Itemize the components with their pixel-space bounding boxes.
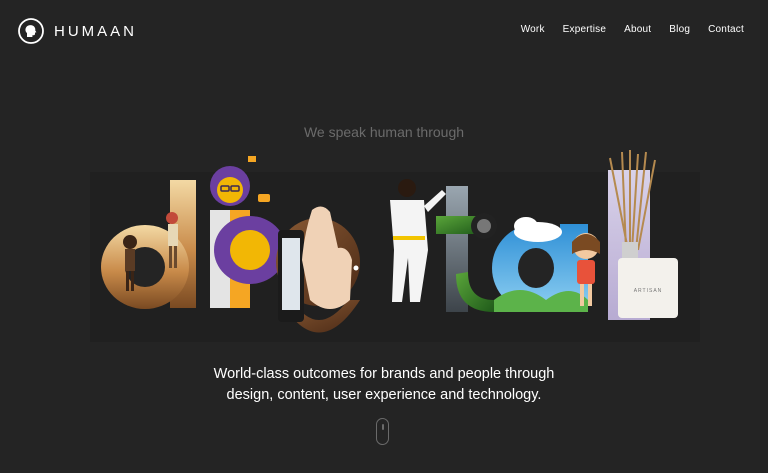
mouse-scroll-icon[interactable] [376, 418, 389, 445]
main-nav: Work Expertise About Blog Contact [521, 24, 744, 35]
hero-digital-artwork: ARTISAN [90, 150, 700, 342]
hero-tagline: We speak human through [303, 124, 465, 140]
logo-link[interactable]: HUMAAN [18, 18, 137, 44]
nav-item-work[interactable]: Work [521, 24, 545, 35]
nav-item-about[interactable]: About [624, 24, 651, 35]
page: HUMAAN Work Expertise About Blog Contact… [0, 0, 768, 473]
hero-subtitle-line-1: World-class outcomes for brands and peop… [213, 366, 555, 382]
nav-item-blog[interactable]: Blog [669, 24, 690, 35]
nav-item-contact[interactable]: Contact [708, 24, 744, 35]
hero-subtitle: World-class outcomes for brands and peop… [0, 364, 768, 406]
scroll-wheel-dot [381, 424, 384, 430]
nav-item-expertise[interactable]: Expertise [563, 24, 607, 35]
product-label: ARTISAN [634, 288, 663, 294]
human-head-icon [18, 18, 44, 44]
brand-name: HUMAAN [54, 22, 138, 40]
hero-subtitle-line-2: design, content, user experience and tec… [226, 387, 542, 403]
